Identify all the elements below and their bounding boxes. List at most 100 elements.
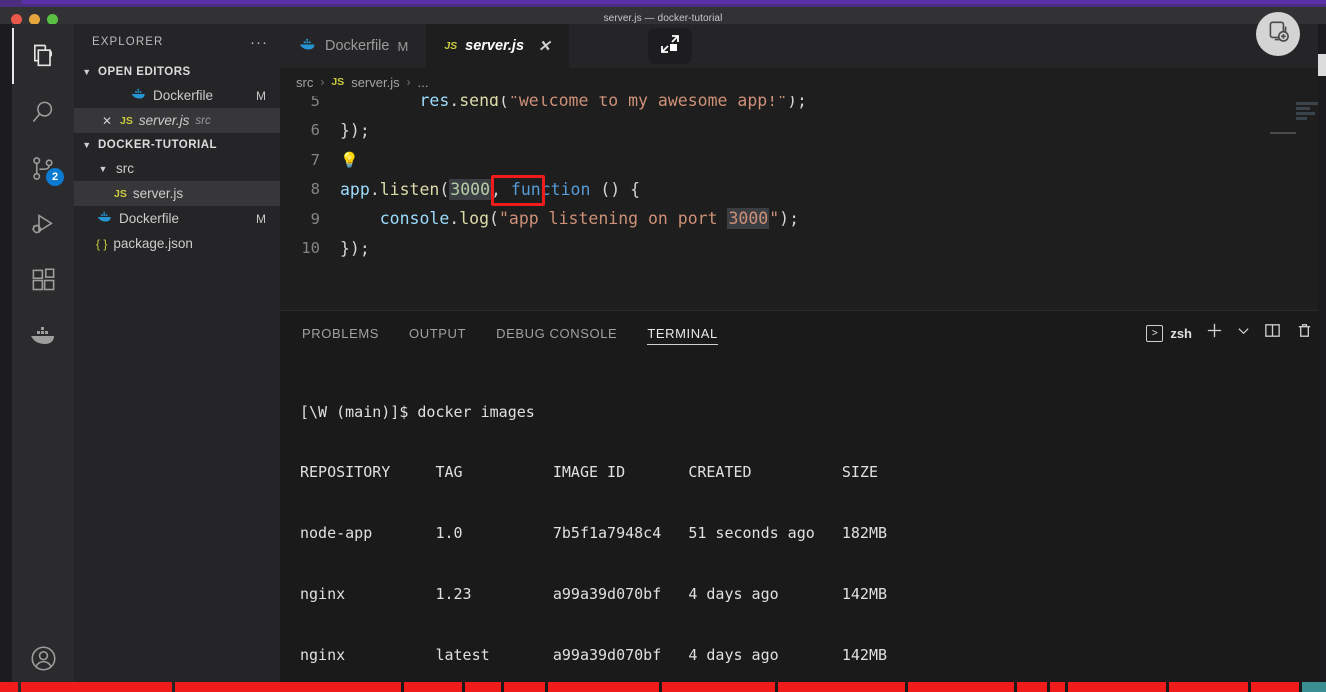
line-number: 6: [310, 121, 320, 140]
tab-serverjs[interactable]: JS server.js ✕: [426, 24, 569, 68]
line-number: 9: [310, 209, 320, 228]
chevron-right-icon: ›: [320, 75, 325, 89]
tab-modified-indicator: M: [397, 38, 409, 54]
activity-item-extensions[interactable]: [12, 252, 74, 308]
tab-label: server.js: [465, 38, 525, 54]
screen-share-overlay-button[interactable]: [648, 28, 692, 64]
explorer-title: EXPLORER: [92, 36, 164, 48]
js-file-icon: JS: [114, 187, 127, 200]
split-terminal-button[interactable]: [1263, 321, 1282, 345]
tree-item-label: Dockerfile: [119, 211, 180, 226]
code-editor[interactable]: 5 res.send("welcome to my awesome app!")…: [280, 96, 1326, 286]
tree-item-label: server.js: [132, 186, 184, 201]
code-line-5: 5 res.send("welcome to my awesome app!")…: [280, 96, 1326, 116]
docker-file-icon: [130, 87, 147, 104]
terminal-output[interactable]: [\W (main)]$ docker images REPOSITORY TA…: [280, 355, 1326, 692]
code-text: });: [340, 120, 370, 140]
terminal-shell-label: zsh: [1170, 325, 1192, 341]
tree-file-dockerfile[interactable]: Dockerfile M: [74, 206, 280, 231]
files-icon: [29, 42, 57, 70]
editor-scrollbar[interactable]: [1270, 132, 1296, 134]
js-file-icon: JS: [331, 76, 345, 88]
explorer-header: EXPLORER ···: [74, 24, 280, 60]
js-file-icon: JS: [444, 40, 458, 52]
screen-recording-border: [0, 0, 1326, 7]
kill-terminal-button[interactable]: [1295, 321, 1314, 345]
bottom-annotation-strip: [0, 682, 1326, 692]
activity-item-source-control[interactable]: 2: [12, 140, 74, 196]
lightbulb-quickfix-icon[interactable]: 💡: [340, 151, 359, 169]
open-editor-serverjs[interactable]: ✕ JS server.js src: [74, 108, 280, 133]
tree-item-label: package.json: [113, 236, 193, 251]
terminal-line-command: [\W (main)]$ docker images: [300, 402, 1326, 422]
open-editor-dockerfile[interactable]: Dockerfile M: [74, 83, 280, 108]
extensions-icon: [30, 267, 57, 294]
activity-bar-bottom: [12, 630, 74, 686]
code-text: });: [340, 238, 370, 258]
line-number: 5: [310, 96, 320, 110]
breadcrumb-item-more[interactable]: ...: [418, 75, 429, 90]
breadcrumb-item-src[interactable]: src: [296, 75, 313, 90]
terminal-line-output: node-app 1.0 7b5f1a7948c4 51 seconds ago…: [300, 524, 887, 543]
source-control-badge: 2: [46, 168, 64, 186]
search-icon: [30, 99, 57, 126]
terminal-prompt-icon: >: [1146, 324, 1164, 342]
docker-whale-icon: [28, 323, 58, 349]
editor-area: Dockerfile M JS server.js ✕ src › JS ser…: [280, 24, 1326, 692]
modified-indicator: M: [256, 211, 266, 226]
activity-item-search[interactable]: [12, 84, 74, 140]
close-icon[interactable]: ✕: [100, 114, 114, 128]
line-number: 7: [310, 150, 320, 169]
window-left-rail: [0, 24, 12, 692]
chevron-down-icon: ▼: [98, 163, 108, 174]
new-terminal-button[interactable]: [1205, 321, 1224, 345]
close-icon[interactable]: ✕: [538, 37, 551, 55]
account-icon: [30, 645, 57, 672]
breadcrumb-item-file[interactable]: server.js: [351, 75, 399, 90]
activity-item-account[interactable]: [12, 630, 74, 686]
tab-label: Dockerfile: [325, 38, 390, 54]
chevron-right-icon: ›: [406, 75, 411, 89]
activity-item-docker[interactable]: [12, 308, 74, 364]
tab-terminal[interactable]: TERMINAL: [647, 311, 718, 355]
section-open-editors[interactable]: ▼ OPEN EDITORS: [74, 60, 280, 83]
section-workspace[interactable]: ▼ DOCKER-TUTORIAL: [74, 133, 280, 156]
tree-file-packagejson[interactable]: { } package.json: [74, 231, 280, 256]
activity-item-explorer[interactable]: [12, 28, 74, 84]
explorer-sidebar: EXPLORER ··· ▼ OPEN EDITORS Dockerfile M…: [74, 24, 280, 692]
json-file-icon: { }: [96, 236, 108, 251]
explorer-more-actions-button[interactable]: ···: [250, 34, 268, 51]
activity-item-run-and-debug[interactable]: [12, 196, 74, 252]
add-to-library-icon: [1265, 19, 1291, 50]
run-debug-icon: [30, 211, 57, 238]
add-to-library-button[interactable]: [1256, 12, 1300, 56]
line-number: 8: [310, 180, 320, 199]
tree-file-serverjs[interactable]: JS server.js: [74, 181, 280, 206]
tab-dockerfile[interactable]: Dockerfile M: [280, 24, 427, 68]
window-right-edge: [1318, 24, 1326, 692]
section-workspace-label: DOCKER-TUTORIAL: [98, 138, 218, 151]
open-editor-label: Dockerfile: [153, 88, 214, 103]
code-line-9: 9 console.log("app listening on port 300…: [280, 204, 1326, 234]
docker-file-icon: [298, 37, 317, 56]
line-number: 10: [301, 239, 320, 258]
vscode-window: server.js — docker-tutorial 2 EXPLORER ·…: [0, 0, 1326, 692]
tab-debug-console[interactable]: DEBUG CONSOLE: [496, 311, 617, 355]
terminal-command: docker images: [417, 402, 535, 421]
chevron-down-icon[interactable]: [1237, 324, 1250, 342]
port-token: 3000: [449, 178, 492, 200]
code-line-8: 8 app.listen(3000, function () {: [280, 175, 1326, 205]
terminal-line-output: REPOSITORY TAG IMAGE ID CREATED SIZE: [300, 463, 878, 482]
tab-output[interactable]: OUTPUT: [409, 311, 466, 355]
code-line-6: 6 });: [280, 116, 1326, 146]
terminal-line-output: nginx latest a99a39d070bf 4 days ago 142…: [300, 646, 887, 665]
screen-recording-border-inner: [22, 0, 1326, 4]
tab-problems[interactable]: PROBLEMS: [302, 311, 379, 355]
modified-indicator: M: [256, 88, 266, 103]
tree-folder-src[interactable]: ▼ src: [74, 156, 280, 181]
bottom-panel: PROBLEMS OUTPUT DEBUG CONSOLE TERMINAL >…: [280, 310, 1326, 692]
docker-file-icon: [96, 210, 113, 227]
panel-header: PROBLEMS OUTPUT DEBUG CONSOLE TERMINAL >…: [280, 311, 1326, 355]
terminal-shell-selector[interactable]: > zsh: [1146, 324, 1192, 342]
terminal-line-output: nginx 1.23 a99a39d070bf 4 days ago 142MB: [300, 585, 887, 604]
